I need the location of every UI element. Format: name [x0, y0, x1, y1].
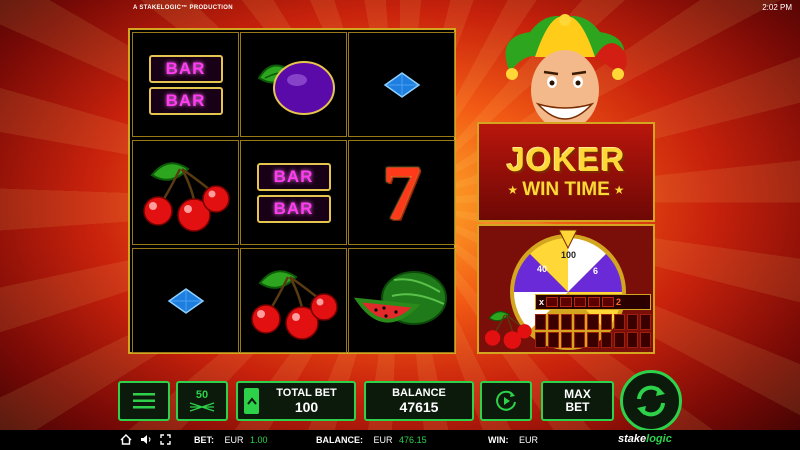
cherries-icon — [250, 269, 338, 340]
spin-arrows-icon — [637, 385, 665, 417]
status-balance-label: BALANCE: — [316, 435, 363, 445]
balance-label: BALANCE — [392, 387, 446, 399]
status-bar: BET: EUR 1.00 BALANCE: EUR 476.15 WIN: E… — [0, 430, 800, 450]
max-bet-button[interactable]: MAX BET — [541, 381, 614, 421]
multiplier-cell — [588, 297, 601, 307]
reel-cell-cherries — [240, 248, 347, 353]
bar-symbol: BAR — [256, 194, 331, 223]
wheel-label: 40 — [537, 264, 548, 274]
status-balance: BALANCE: EUR 476.15 — [316, 435, 427, 445]
autoplay-icon — [496, 390, 516, 411]
lines-button[interactable]: 50 — [176, 381, 228, 421]
autoplay-button[interactable] — [480, 381, 532, 421]
blue-diamond-icon — [383, 71, 420, 98]
lines-count: 50 — [195, 389, 209, 401]
status-bet-value: 1.00 — [250, 435, 268, 445]
blue-diamond-icon — [167, 287, 204, 314]
seven-symbol: 7 — [382, 148, 421, 236]
bonus-wheel-panel: 40 100 6 x 2 — [477, 224, 655, 354]
bet-increase-button[interactable] — [244, 388, 259, 414]
reel-cell-bar: BAR BAR — [132, 32, 239, 137]
logo-word-joker: JOKER — [506, 141, 626, 178]
chevron-up-icon — [246, 397, 257, 405]
bar-symbol: BAR — [256, 162, 331, 191]
bonus-counter-grid — [535, 314, 651, 348]
status-bet-label: BET: — [194, 435, 214, 445]
multiplier-value: 2 — [616, 297, 622, 307]
multiplier-cell — [546, 297, 559, 307]
multiplier-cell — [574, 297, 587, 307]
reel-cell-watermelon — [348, 248, 455, 353]
joker-win-time-logo: JOKER ★ WIN TIME ★ — [477, 122, 655, 222]
status-win: WIN: EUR — [488, 435, 538, 445]
bar-symbol: BAR — [148, 54, 223, 83]
home-icon[interactable] — [120, 434, 132, 445]
bar-symbol: BAR — [148, 86, 223, 115]
wheel-label: 100 — [561, 250, 577, 260]
wheel-label: 6 — [593, 266, 599, 276]
multiplier-prefix: x — [539, 297, 545, 307]
system-clock: 2:02 PM — [762, 3, 792, 12]
cherries-icon — [484, 311, 532, 349]
hamburger-menu-icon — [133, 393, 155, 409]
status-win-currency: EUR — [519, 435, 539, 445]
status-balance-currency: EUR — [373, 435, 393, 445]
sound-icon[interactable] — [140, 434, 152, 445]
multiplier-cell — [602, 297, 615, 307]
logo-word-win-time: WIN TIME — [522, 179, 610, 200]
reel-cell-bar: BAR BAR — [240, 140, 347, 245]
reel-grid: BAR BAR BAR BAR 7 — [128, 28, 456, 354]
watermelon-icon — [353, 270, 447, 325]
paylines-icon — [189, 402, 215, 412]
status-win-label: WIN: — [488, 435, 509, 445]
status-bet-currency: EUR — [224, 435, 244, 445]
fullscreen-icon[interactable] — [160, 434, 171, 445]
reel-cell-plum — [240, 32, 347, 137]
reel-cell-diamond — [132, 248, 239, 353]
multiplier-strip: x 2 — [535, 294, 651, 310]
total-bet-value: 100 — [294, 399, 319, 415]
stakelogic-logo: stakelogic — [618, 433, 672, 445]
plum-icon — [257, 60, 335, 115]
menu-button[interactable] — [118, 381, 170, 421]
reel-cell-cherries — [132, 140, 239, 245]
balance-display: BALANCE 47615 — [364, 381, 474, 421]
max-bet-label-line2: BET — [565, 400, 590, 414]
star-icon: ★ — [613, 183, 625, 197]
total-bet-label: TOTAL BET — [276, 387, 337, 399]
production-credit: A STAKELOGIC™ PRODUCTION — [133, 5, 233, 11]
spin-button[interactable] — [620, 370, 682, 432]
multiplier-cell — [560, 297, 573, 307]
balance-value: 47615 — [399, 399, 439, 415]
status-balance-value: 476.15 — [399, 435, 427, 445]
reel-cell-seven: 7 — [348, 140, 455, 245]
star-icon: ★ — [507, 183, 519, 197]
status-bet: BET: EUR 1.00 — [194, 435, 268, 445]
cherries-icon — [142, 161, 230, 232]
reel-cell-diamond — [348, 32, 455, 137]
total-bet-button[interactable]: TOTAL BET 100 — [236, 381, 356, 421]
